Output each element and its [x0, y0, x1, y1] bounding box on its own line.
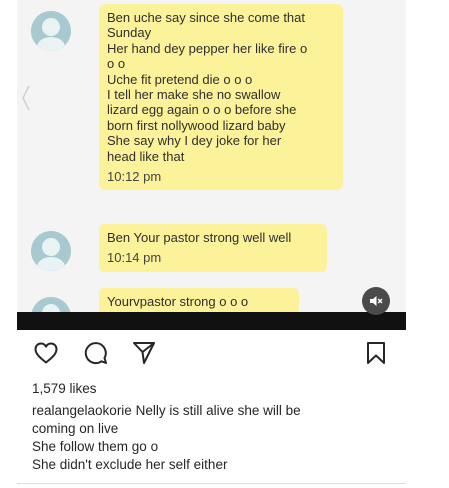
- message-line: lizard egg again o o o before she: [107, 102, 297, 118]
- default-avatar-icon: [31, 231, 71, 271]
- post-media[interactable]: Ben uche say since she come that Sunday …: [17, 0, 406, 312]
- message-bubble: Yourvpastor strong o o o: [99, 288, 299, 312]
- likes-count[interactable]: 1,579 likes: [32, 381, 97, 396]
- heart-icon: [34, 342, 58, 364]
- message-line: Yourvpastor strong o o o: [107, 294, 249, 309]
- default-avatar-icon: [31, 297, 71, 312]
- message-bubble: Ben uche say since she come that Sunday …: [99, 4, 343, 191]
- media-bottom-bar: [17, 312, 406, 330]
- message-time: 10:14 pm: [107, 250, 162, 266]
- post-actions: [0, 340, 449, 370]
- caption-line: coming on live: [32, 421, 119, 436]
- message-line: Sunday: [107, 25, 152, 41]
- message-line: Her hand dey pepper her like fire o: [107, 40, 308, 56]
- message-time: 10:12 pm: [107, 169, 162, 185]
- message-bubble: Ben Your pastor strong well well 10:14 p…: [99, 224, 327, 272]
- share-button[interactable]: [131, 340, 157, 366]
- message-line: Uche fit pretend die o o o: [107, 71, 253, 87]
- like-button[interactable]: [33, 340, 59, 366]
- comment-icon: [84, 342, 107, 365]
- caption-line: She didn't exclude her self either: [32, 457, 228, 472]
- chevron-left-icon: [22, 85, 30, 111]
- bookmark-icon: [367, 342, 385, 364]
- mute-button[interactable]: [362, 287, 390, 315]
- save-button[interactable]: [363, 340, 389, 366]
- send-icon: [133, 342, 155, 364]
- message-line: o o: [107, 56, 126, 72]
- message-line: born first nollywood lizard baby: [107, 117, 286, 133]
- message-line: She say why I dey joke for her: [107, 133, 282, 149]
- message-line: head like that: [107, 148, 185, 164]
- post-caption: realangelaokorie Nelly is still alive sh…: [32, 402, 392, 474]
- speaker-mute-icon: [370, 296, 383, 306]
- default-avatar-icon: [31, 11, 71, 51]
- comment-button[interactable]: [83, 340, 109, 366]
- caption-line: realangelaokorie Nelly is still alive sh…: [32, 403, 301, 418]
- caption-line: She follow them go o: [32, 439, 159, 454]
- message-line: Ben Your pastor strong well well: [107, 230, 292, 245]
- divider: [17, 483, 406, 484]
- message-line: Ben uche say since she come that: [107, 10, 306, 25]
- message-line: I tell her make she no swallow: [107, 87, 281, 103]
